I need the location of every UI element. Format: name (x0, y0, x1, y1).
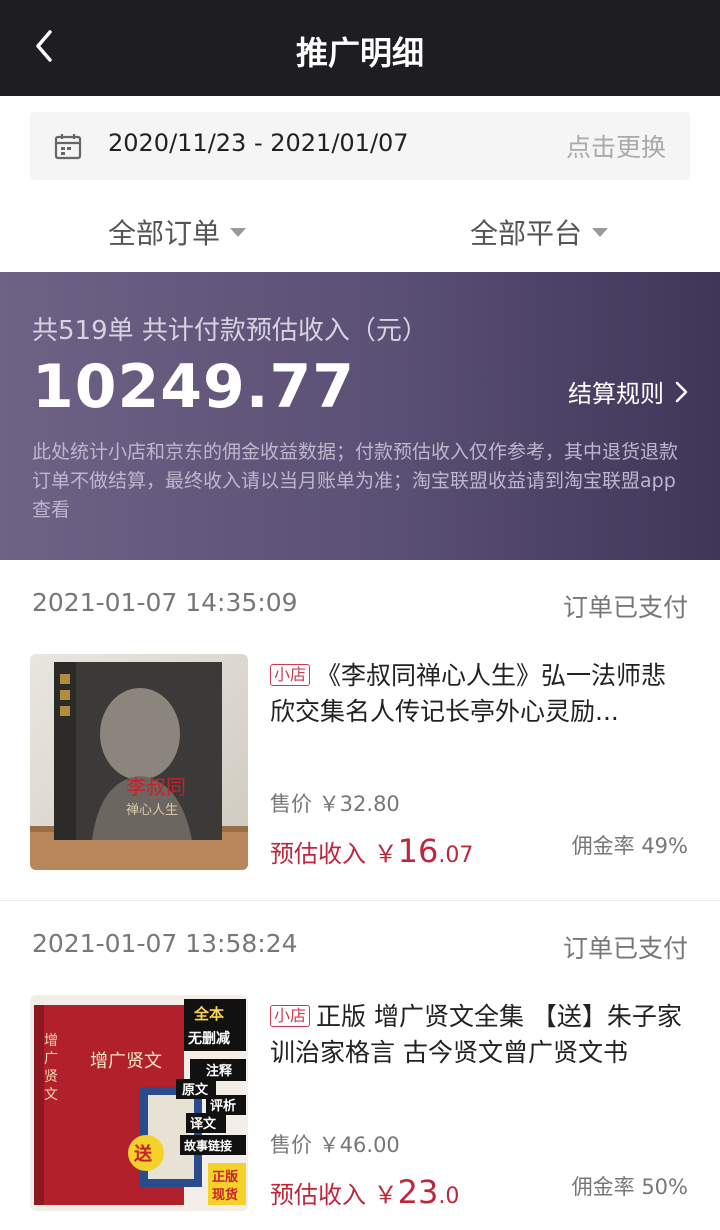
product-title[interactable]: 小店 正版 增广贤文全集 【送】朱子家训治家格言 古今贤文曾广贤文书 (270, 999, 690, 1071)
date-range-selector[interactable]: 2020/11/23 - 2021/01/07 点击更换 (30, 112, 690, 180)
top-navbar: 推广明细 (0, 0, 720, 96)
summary-note: 此处统计小店和京东的佣金收益数据；付款预估收入仅作参考，其中退货退款订单不做结算… (32, 441, 679, 521)
income-label: 预估收入 (270, 1181, 366, 1209)
calendar-icon (54, 134, 82, 160)
chevron-right-icon (675, 381, 688, 402)
product-title-text: 《李叔同禅心人生》弘一法师悲欣交集名人传记长亭外心灵励... (270, 661, 667, 726)
shop-badge: 小店 (270, 1005, 311, 1027)
product-info: 小店 正版 增广贤文全集 【送】朱子家训治家格言 古今贤文曾广贤文书 (270, 999, 690, 1071)
order-time: 2021-01-07 14:35:09 (32, 588, 298, 617)
income-summary-banner: 共519单 共计付款预估收入（元） 10249.77 结算规则 此处统计小店和京… (0, 272, 720, 560)
cover-spine-text: 广 (44, 1051, 58, 1067)
order-type-filter-label: 全部订单 (108, 217, 221, 250)
cover-badge-text: 故事链接 (184, 1138, 232, 1153)
platform-filter-label: 全部平台 (470, 217, 583, 250)
settlement-rules-link[interactable]: 结算规则 (568, 374, 690, 409)
order-type-filter[interactable]: 全部订单 (108, 210, 247, 254)
income-integer: 16 (397, 832, 439, 870)
book-cover-image: 李叔同 禅心人生 (30, 654, 248, 870)
commission-rate: 佣金率 49% (571, 834, 688, 858)
income-currency: ￥ (373, 1181, 398, 1209)
page-title: 推广明细 (295, 34, 424, 72)
cover-badge-text: 评析 (210, 1098, 236, 1114)
commission-rate: 佣金率 50% (571, 1175, 688, 1199)
income-currency: ￥ (373, 840, 398, 868)
product-price: 售价 ￥32.80 (270, 792, 400, 816)
product-title-text: 正版 增广贤文全集 【送】朱子家训治家格言 古今贤文曾广贤文书 (270, 1002, 682, 1067)
product-thumbnail[interactable]: 李叔同 禅心人生 (30, 654, 248, 870)
order-status: 订单已支付 (562, 934, 688, 963)
estimated-income: 预估收入 ￥23.0 (270, 1173, 459, 1211)
shop-badge: 小店 (270, 664, 311, 686)
cover-gift-text: 送 (133, 1143, 153, 1165)
order-card[interactable]: 2021-01-07 14:35:09 订单已支付 李叔同 禅心人生 小店 《李叔… (0, 560, 720, 900)
cover-title-text: 李叔同 (126, 775, 186, 799)
estimated-income: 预估收入 ￥16.07 (270, 832, 473, 870)
product-title[interactable]: 小店 《李叔同禅心人生》弘一法师悲欣交集名人传记长亭外心灵励... (270, 658, 690, 730)
caret-down-icon (592, 227, 609, 237)
cover-badge-text: 原文 (182, 1082, 209, 1098)
income-integer: 23 (397, 1173, 439, 1211)
cover-spine-text: 增 (44, 1033, 58, 1049)
date-range-text: 2020/11/23 - 2021/01/07 (108, 129, 409, 157)
platform-filter[interactable]: 全部平台 (470, 210, 609, 254)
estimated-income-amount: 10249.77 (32, 352, 356, 422)
cover-badge-text: 现货 (212, 1187, 238, 1203)
income-label: 预估收入 (270, 840, 366, 868)
book-cover-image: 增 广 贤 文 增广贤文 送 全本 无删减 注释 原文 评析 译文 故事链接 正… (30, 995, 248, 1211)
cover-title-text: 增广贤文 (90, 1051, 162, 1072)
cover-badge-text: 译文 (190, 1116, 217, 1132)
product-info: 小店 《李叔同禅心人生》弘一法师悲欣交集名人传记长亭外心灵励... (270, 658, 690, 730)
settlement-rules-label: 结算规则 (568, 380, 664, 408)
cover-badge-text: 正版 (212, 1169, 238, 1185)
cover-badge-text: 全本 (193, 1005, 224, 1023)
order-status: 订单已支付 (562, 593, 688, 622)
summary-caption: 共519单 共计付款预估收入（元） (32, 316, 428, 346)
order-time: 2021-01-07 13:58:24 (32, 929, 298, 958)
product-thumbnail[interactable]: 增 广 贤 文 增广贤文 送 全本 无删减 注释 原文 评析 译文 故事链接 正… (30, 995, 248, 1211)
cover-spine-text: 文 (44, 1087, 58, 1103)
income-decimal: .07 (438, 843, 474, 868)
order-card[interactable]: 2021-01-07 13:58:24 订单已支付 增 广 贤 文 增广贤文 送… (0, 901, 720, 1230)
product-price: 售价 ￥46.00 (270, 1133, 400, 1157)
income-decimal: .0 (438, 1184, 460, 1209)
cover-badge-text: 无删减 (187, 1030, 230, 1047)
cover-subtitle-text: 禅心人生 (126, 803, 178, 818)
cover-badge-text: 注释 (206, 1063, 233, 1079)
cover-spine-text: 贤 (44, 1069, 58, 1085)
change-date-link[interactable]: 点击更换 (566, 128, 666, 164)
caret-down-icon (230, 227, 247, 237)
